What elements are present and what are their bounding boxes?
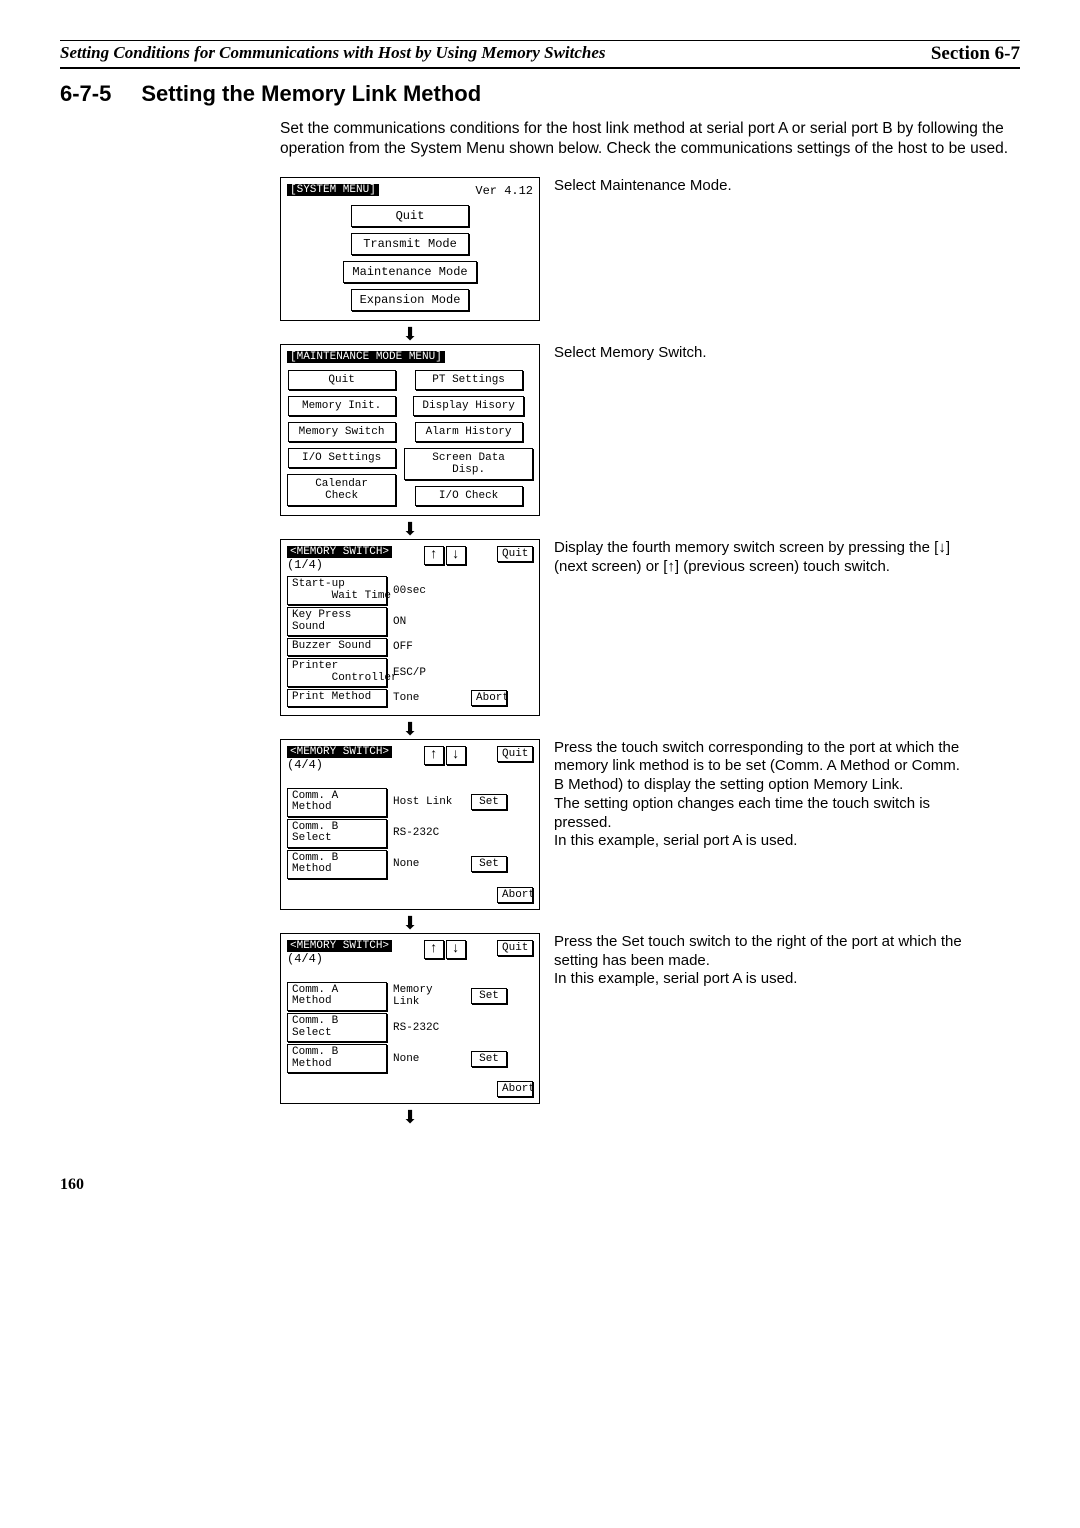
abort-button[interactable]: Abort bbox=[471, 690, 507, 706]
io-settings-button[interactable]: I/O Settings bbox=[288, 448, 396, 468]
up-arrow-button[interactable]: ↑ bbox=[424, 940, 444, 959]
down-arrow-icon: ⬇ bbox=[280, 325, 540, 343]
quit-button[interactable]: Quit bbox=[497, 940, 533, 956]
comm-b-select-button[interactable]: Comm. B Select bbox=[287, 819, 387, 848]
down-arrow-icon: ⬇ bbox=[280, 720, 540, 738]
comm-b-method-value: None bbox=[393, 1053, 465, 1065]
startup-wait-time-value: 00sec bbox=[393, 585, 465, 597]
screen2-title: [MAINTENANCE MODE MENU] bbox=[287, 351, 445, 363]
section-heading: 6-7-5 Setting the Memory Link Method bbox=[60, 81, 1020, 107]
comm-b-method-button[interactable]: Comm. B Method bbox=[287, 1044, 387, 1073]
key-press-sound-button[interactable]: Key Press Sound bbox=[287, 607, 387, 636]
quit-button[interactable]: Quit bbox=[497, 546, 533, 562]
screen-data-disp-button[interactable]: Screen Data Disp. bbox=[404, 448, 533, 480]
section-number: 6-7-5 bbox=[60, 81, 111, 107]
set-button[interactable]: Set bbox=[471, 988, 507, 1004]
screen2-desc: Select Memory Switch. bbox=[554, 344, 974, 363]
key-press-sound-value: ON bbox=[393, 616, 465, 628]
comm-a-method-button[interactable]: Comm. A Method bbox=[287, 788, 387, 817]
system-menu-screen: [SYSTEM MENU] Ver 4.12 Quit Transmit Mod… bbox=[280, 177, 540, 321]
comm-b-select-value: RS-232C bbox=[393, 827, 465, 839]
comm-b-method-button[interactable]: Comm. B Method bbox=[287, 850, 387, 879]
header-right: Section 6-7 bbox=[931, 43, 1020, 65]
comm-b-method-value: None bbox=[393, 858, 465, 870]
memory-switch-button[interactable]: Memory Switch bbox=[288, 422, 396, 442]
screen4-page: (4/4) bbox=[287, 758, 392, 772]
header-left: Setting Conditions for Communications wi… bbox=[60, 43, 606, 65]
buzzer-sound-button[interactable]: Buzzer Sound bbox=[287, 638, 387, 656]
down-arrow-icon: ⬇ bbox=[280, 914, 540, 932]
flow-container: [SYSTEM MENU] Ver 4.12 Quit Transmit Mod… bbox=[280, 177, 1020, 1126]
screen3-page: (1/4) bbox=[287, 558, 392, 572]
comm-b-select-value: RS-232C bbox=[393, 1022, 465, 1034]
printer-controller-value: ESC/P bbox=[393, 667, 465, 679]
maintenance-mode-button[interactable]: Maintenance Mode bbox=[343, 261, 476, 283]
printer-controller-button[interactable]: Printer Controller bbox=[287, 658, 387, 687]
screen3-desc: Display the fourth memory switch screen … bbox=[554, 539, 974, 577]
abort-button[interactable]: Abort bbox=[497, 1081, 533, 1097]
quit-button[interactable]: Quit bbox=[351, 205, 469, 227]
buzzer-sound-value: OFF bbox=[393, 641, 465, 653]
comm-a-method-value: Host Link bbox=[393, 796, 465, 808]
expansion-mode-button[interactable]: Expansion Mode bbox=[351, 289, 470, 311]
abort-button[interactable]: Abort bbox=[497, 887, 533, 903]
pt-settings-button[interactable]: PT Settings bbox=[415, 370, 523, 390]
set-button[interactable]: Set bbox=[471, 856, 507, 872]
set-button[interactable]: Set bbox=[471, 794, 507, 810]
screen1-title: [SYSTEM MENU] bbox=[287, 184, 379, 196]
maintenance-menu-screen: [MAINTENANCE MODE MENU] Quit Memory Init… bbox=[280, 344, 540, 516]
screen5-desc: Press the Set touch switch to the right … bbox=[554, 933, 974, 989]
print-method-value: Tone bbox=[393, 692, 465, 704]
set-button[interactable]: Set bbox=[471, 1051, 507, 1067]
screen5-title: <MEMORY SWITCH> bbox=[287, 940, 392, 952]
quit-button[interactable]: Quit bbox=[497, 746, 533, 762]
calendar-check-button[interactable]: Calendar Check bbox=[287, 474, 396, 506]
screen4-desc: Press the touch switch corresponding to … bbox=[554, 739, 974, 852]
display-history-button[interactable]: Display Hisory bbox=[413, 396, 523, 416]
memory-switch-screen-4b: <MEMORY SWITCH> (4/4) ↑ ↓ Quit Comm. A M… bbox=[280, 933, 540, 1104]
screen1-desc: Select Maintenance Mode. bbox=[554, 177, 974, 196]
quit-button[interactable]: Quit bbox=[288, 370, 396, 390]
comm-a-method-button[interactable]: Comm. A Method bbox=[287, 982, 387, 1011]
page-number: 160 bbox=[60, 1176, 1020, 1194]
screen5-page: (4/4) bbox=[287, 952, 392, 966]
memory-switch-screen-4a: <MEMORY SWITCH> (4/4) ↑ ↓ Quit Comm. A M… bbox=[280, 739, 540, 910]
up-arrow-button[interactable]: ↑ bbox=[424, 746, 444, 765]
alarm-history-button[interactable]: Alarm History bbox=[415, 422, 523, 442]
down-arrow-button[interactable]: ↓ bbox=[446, 746, 466, 765]
comm-b-select-button[interactable]: Comm. B Select bbox=[287, 1013, 387, 1042]
screen3-title: <MEMORY SWITCH> bbox=[287, 546, 392, 558]
version-label: Ver 4.12 bbox=[475, 184, 533, 198]
intro-paragraph: Set the communications conditions for th… bbox=[280, 119, 1020, 159]
transmit-mode-button[interactable]: Transmit Mode bbox=[351, 233, 469, 255]
up-arrow-button[interactable]: ↑ bbox=[424, 546, 444, 565]
comm-a-method-value: Memory Link bbox=[393, 984, 465, 1008]
io-check-button[interactable]: I/O Check bbox=[415, 486, 523, 506]
startup-wait-time-button[interactable]: Start-up Wait Time bbox=[287, 576, 387, 605]
memory-init-button[interactable]: Memory Init. bbox=[288, 396, 396, 416]
down-arrow-icon: ⬇ bbox=[280, 520, 540, 538]
print-method-button[interactable]: Print Method bbox=[287, 689, 387, 707]
section-title-text: Setting the Memory Link Method bbox=[141, 81, 481, 107]
down-arrow-button[interactable]: ↓ bbox=[446, 940, 466, 959]
down-arrow-icon: ⬇ bbox=[280, 1108, 540, 1126]
running-header: Setting Conditions for Communications wi… bbox=[60, 40, 1020, 69]
memory-switch-screen-1: <MEMORY SWITCH> (1/4) ↑ ↓ Quit Start-up … bbox=[280, 539, 540, 715]
down-arrow-button[interactable]: ↓ bbox=[446, 546, 466, 565]
screen4-title: <MEMORY SWITCH> bbox=[287, 746, 392, 758]
